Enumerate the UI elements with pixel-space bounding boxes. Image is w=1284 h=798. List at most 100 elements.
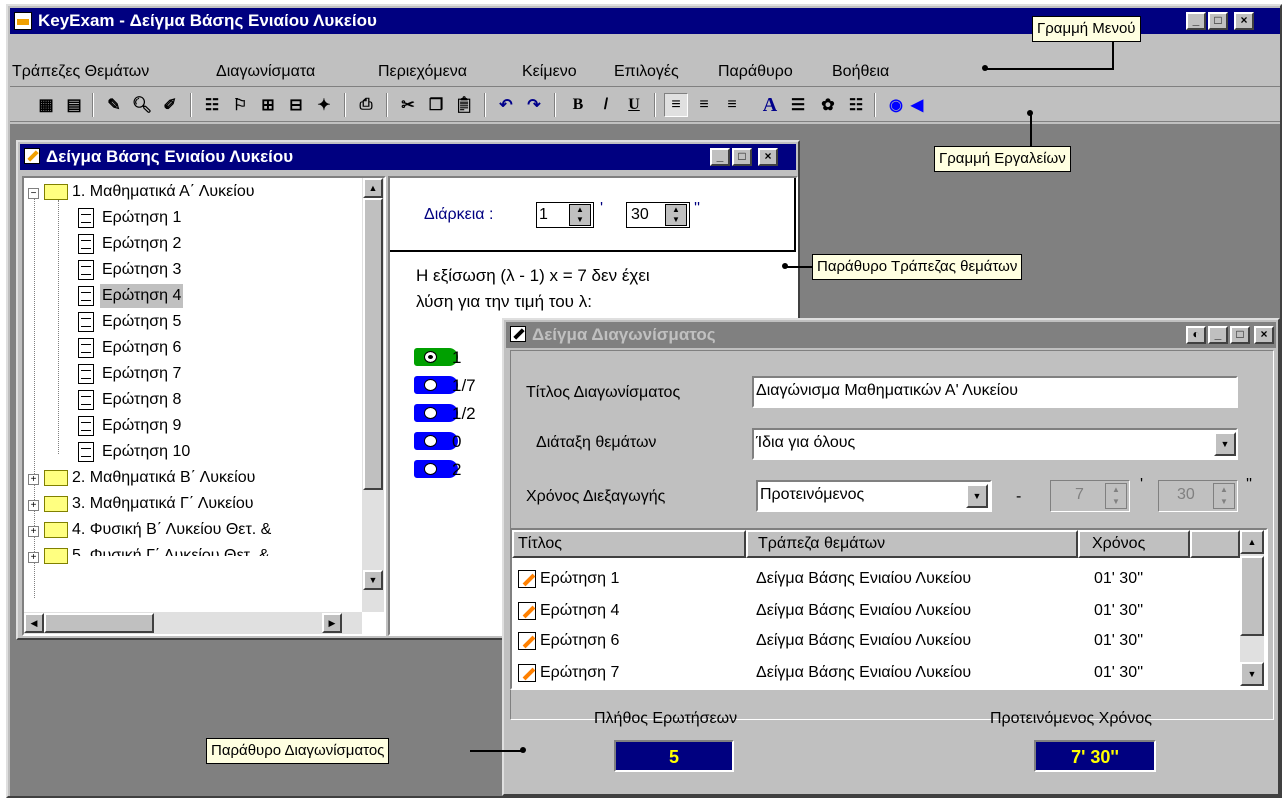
tree-item-q5[interactable]: Ερώτηση 5 xyxy=(102,310,181,334)
bank-minimize-button[interactable]: _ xyxy=(710,148,730,166)
order-select[interactable]: Ίδια για όλους ▼ xyxy=(752,428,1238,460)
bank-close-button[interactable]: × xyxy=(758,148,778,166)
list-vscroll[interactable]: ▲ ▼ xyxy=(1240,530,1264,686)
tree-del-icon[interactable]: ⊟ xyxy=(284,93,308,117)
font-icon[interactable]: A xyxy=(758,93,782,117)
tree-item-q8[interactable]: Ερώτηση 8 xyxy=(102,388,181,412)
menu-item-help[interactable]: Βοήθεια xyxy=(832,58,889,86)
exam-maximize-button[interactable]: □ xyxy=(1230,326,1250,344)
column-header-time[interactable]: Χρόνος xyxy=(1078,530,1190,558)
expand-icon[interactable]: + xyxy=(28,474,39,485)
tree-folder-1[interactable]: 1. Μαθηματικά Α΄ Λυκείου xyxy=(72,180,254,204)
scroll-down-button[interactable]: ▼ xyxy=(363,570,383,590)
copy-icon[interactable]: ❐ xyxy=(424,93,448,117)
preview-icon[interactable]: 🔍︎ xyxy=(130,93,154,117)
tree-item-q9[interactable]: Ερώτηση 9 xyxy=(102,414,181,438)
hscroll-thumb[interactable] xyxy=(44,613,154,633)
list-icon[interactable]: ☷ xyxy=(844,93,868,117)
menu-item-window[interactable]: Παράθυρο xyxy=(718,58,793,86)
duration-sec-spin[interactable]: ▲ ▼ xyxy=(665,204,687,226)
tree-item-q10[interactable]: Ερώτηση 10 xyxy=(102,440,190,464)
bold-icon[interactable]: B xyxy=(566,93,590,117)
scroll-left-icon[interactable]: ◀ xyxy=(910,93,924,117)
italic-icon[interactable]: / xyxy=(594,93,618,117)
bank-tree-view[interactable]: − 1. Μαθηματικά Α΄ Λυκείου Ερώτηση 1 Ερώ… xyxy=(22,176,386,636)
column-header-bank[interactable]: Τράπεζα θεμάτων xyxy=(746,530,1078,558)
collapse-icon[interactable]: − xyxy=(28,188,39,199)
print-icon[interactable]: ⎙ xyxy=(354,93,378,117)
tree-folder-4[interactable]: 4. Φυσική Β΄ Λυκείου Θετ. & xyxy=(72,518,271,542)
menu-item-text[interactable]: Κείμενο xyxy=(522,58,577,86)
paragraph-icon[interactable]: ☰ xyxy=(786,93,810,117)
tree-item-q7[interactable]: Ερώτηση 7 xyxy=(102,362,181,386)
tree-folder-3[interactable]: 3. Μαθηματικά Γ΄ Λυκείου xyxy=(72,492,253,516)
expand-icon[interactable]: + xyxy=(28,526,39,537)
list-scroll-up-button[interactable]: ▲ xyxy=(1240,530,1264,554)
duration-min-spin[interactable]: ▲ ▼ xyxy=(569,204,591,226)
expand-icon[interactable]: + xyxy=(28,500,39,511)
app-minimize-button[interactable]: _ xyxy=(1186,12,1206,30)
menu-item-exams[interactable]: Διαγωνίσματα xyxy=(216,58,315,86)
align-center-icon[interactable]: ≡ xyxy=(692,93,716,117)
bank-maximize-button[interactable]: □ xyxy=(732,148,752,166)
cut-icon[interactable]: ✂ xyxy=(396,93,420,117)
redo-icon[interactable]: ↷ xyxy=(522,93,546,117)
menu-item-banks[interactable]: Τράπεζες Θεμάτων xyxy=(12,58,149,86)
properties-icon[interactable]: ▦ xyxy=(34,93,58,117)
expand-icon[interactable]: + xyxy=(28,552,39,563)
underline-icon[interactable]: U xyxy=(622,93,646,117)
tree-folder-2[interactable]: 2. Μαθηματικά Β΄ Λυκείου xyxy=(72,466,255,490)
table-row[interactable]: Ερώτηση 7 Δείγμα Βάσης Ενιαίου Λυκείου 0… xyxy=(512,660,1240,686)
table-row[interactable]: Ερώτηση 1 Δείγμα Βάσης Ενιαίου Λυκείου 0… xyxy=(512,566,1240,592)
time-min-spin[interactable]: ▲ ▼ xyxy=(1105,483,1127,509)
tree-item-q4[interactable]: Ερώτηση 4 xyxy=(100,284,184,308)
menu-item-contents[interactable]: Περιεχόμενα xyxy=(378,58,467,86)
exam-close-button[interactable]: × xyxy=(1254,326,1274,344)
tree-item-q2[interactable]: Ερώτηση 2 xyxy=(102,232,181,256)
sheet-icon[interactable]: ▤ xyxy=(62,93,86,117)
time-select[interactable]: Προτεινόμενος ▼ xyxy=(756,480,992,512)
tree-item-q3[interactable]: Ερώτηση 3 xyxy=(102,258,181,282)
column-header-title[interactable]: Τίτλος xyxy=(512,530,746,558)
exam-window-title-bar[interactable]: Δείγμα Διαγωνίσματος ◐ _ □ × xyxy=(506,322,1276,348)
scroll-up-button[interactable]: ▲ xyxy=(363,178,383,198)
new-doc-icon[interactable]: ✦ xyxy=(312,93,336,117)
edit-icon[interactable]: ✎ xyxy=(102,93,126,117)
scroll-thumb[interactable] xyxy=(363,198,383,490)
table-row[interactable]: Ερώτηση 6 Δείγμα Βάσης Ενιαίου Λυκείου 0… xyxy=(512,628,1240,654)
tree-folder-5[interactable]: 5. Φυσική Γ΄ Λυκείου Θετ. & xyxy=(72,544,269,556)
tree-item-q6[interactable]: Ερώτηση 6 xyxy=(102,336,181,360)
align-left-icon[interactable]: ≡ xyxy=(664,93,688,117)
chevron-down-icon[interactable]: ▼ xyxy=(1214,432,1236,456)
scroll-left-button[interactable]: ◀ xyxy=(24,613,44,633)
tree-add-icon[interactable]: ⊞ xyxy=(256,93,280,117)
exam-minimize-button[interactable]: _ xyxy=(1208,326,1228,344)
paste-icon[interactable]: 📋︎ xyxy=(452,93,476,117)
table-row[interactable]: Ερώτηση 4 Δείγμα Βάσης Ενιαίου Λυκείου 0… xyxy=(512,598,1240,624)
pen-run-icon[interactable]: ✐ xyxy=(158,93,182,117)
app-maximize-button[interactable]: □ xyxy=(1208,12,1228,30)
list-scroll-down-button[interactable]: ▼ xyxy=(1240,662,1264,686)
paint-icon[interactable]: ✿ xyxy=(816,93,840,117)
tree-item-q1[interactable]: Ερώτηση 1 xyxy=(102,206,181,230)
chevron-down-icon[interactable]: ▼ xyxy=(966,484,988,508)
time-seconds-input[interactable]: 30 ▲ ▼ xyxy=(1158,480,1238,512)
tree-icon[interactable]: ☷ xyxy=(200,93,224,117)
bank-window-title-bar[interactable]: Δείγμα Βάσης Ενιαίου Λυκείου _ □ × xyxy=(20,144,796,170)
exam-extra-button[interactable]: ◐ xyxy=(1186,326,1206,344)
duration-seconds-input[interactable]: 30 ▲ ▼ xyxy=(626,202,690,228)
app-close-button[interactable]: × xyxy=(1234,12,1254,30)
play-icon[interactable]: ◉ xyxy=(884,93,908,117)
exam-title-input[interactable]: Διαγώνισμα Μαθηματικών Α' Λυκείου xyxy=(752,376,1238,408)
tree-hscroll[interactable]: ◀ ▶ xyxy=(24,612,362,634)
list-scroll-thumb[interactable] xyxy=(1240,556,1264,636)
time-minutes-input[interactable]: 7 ▲ ▼ xyxy=(1050,480,1130,512)
align-right-icon[interactable]: ≡ xyxy=(720,93,744,117)
duration-minutes-input[interactable]: 1 ▲ ▼ xyxy=(536,202,594,228)
time-sec-spin[interactable]: ▲ ▼ xyxy=(1213,483,1235,509)
tree-vscroll[interactable]: ▲ ▼ xyxy=(362,178,384,612)
menu-item-options[interactable]: Επιλογές xyxy=(614,58,679,86)
scroll-right-button[interactable]: ▶ xyxy=(322,613,342,633)
undo-icon[interactable]: ↶ xyxy=(494,93,518,117)
tree2-icon[interactable]: ⚐ xyxy=(228,93,252,117)
